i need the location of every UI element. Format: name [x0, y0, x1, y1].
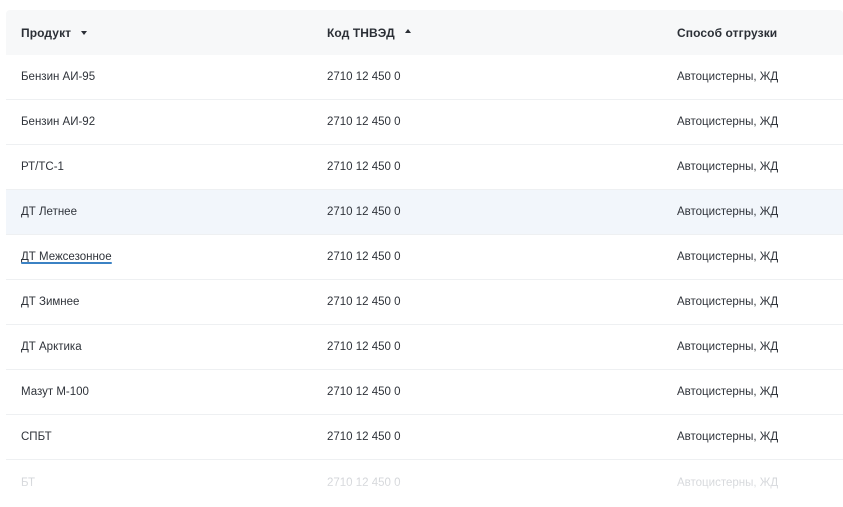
table-row[interactable]: СПБТ 2710 12 450 0 Автоцистерны, ЖД: [6, 415, 843, 460]
product-name: Бензин АИ-92: [21, 116, 96, 128]
cell-code: 2710 12 450 0: [327, 161, 401, 173]
cell-code: 2710 12 450 0: [327, 386, 401, 398]
product-name: СПБТ: [21, 431, 52, 443]
cell-shipping: Автоцистерны, ЖД: [677, 386, 779, 398]
cell-product: СПБТ: [6, 431, 312, 443]
cell-code: 2710 12 450 0: [327, 251, 401, 263]
cell-product: БТ: [6, 477, 312, 489]
column-header-shipping-label: Способ отгрузки: [677, 25, 778, 40]
products-table: Продукт Код ТНВЭД Способ отгрузки Бензин…: [6, 10, 843, 505]
cell-code: 2710 12 450 0: [327, 431, 401, 443]
table-row[interactable]: ДТ Арктика 2710 12 450 0 Автоцистерны, ЖД: [6, 325, 843, 370]
column-header-shipping[interactable]: Способ отгрузки: [662, 26, 843, 40]
cell-product: Бензин АИ-92: [6, 116, 312, 128]
table-body: Бензин АИ-95 2710 12 450 0 Автоцистерны, Ж…: [6, 55, 843, 505]
column-header-product-label: Продукт: [21, 25, 72, 40]
product-name[interactable]: ДТ Межсезонное: [21, 251, 112, 264]
product-name: ДТ Летнее: [21, 206, 77, 218]
cell-product: ДТ Арктика: [6, 341, 312, 353]
cell-shipping: Автоцистерны, ЖД: [677, 71, 779, 83]
table-header: Продукт Код ТНВЭД Способ отгрузки: [6, 10, 843, 55]
table-row[interactable]: БТ 2710 12 450 0 Автоцистерны, ЖД: [6, 460, 843, 505]
product-name: БТ: [21, 476, 36, 489]
cell-product: РТ/ТС-1: [6, 161, 312, 173]
product-name: Мазут М-100: [21, 386, 89, 398]
table-row[interactable]: ДТ Зимнее 2710 12 450 0 Автоцистерны, ЖД: [6, 280, 843, 325]
cell-code: 2710 12 450 0: [327, 71, 401, 83]
cell-product: ДТ Летнее: [6, 206, 312, 218]
table-row[interactable]: Бензин АИ-92 2710 12 450 0 Автоцистерны, Ж…: [6, 100, 843, 145]
table-row[interactable]: Мазут М-100 2710 12 450 0 Автоцистерны, ЖД: [6, 370, 843, 415]
cell-shipping: Автоцистерны, ЖД: [677, 431, 779, 443]
cell-product: Бензин АИ-95: [6, 71, 312, 83]
product-name: РТ/ТС-1: [21, 161, 64, 173]
product-name: ДТ Зимнее: [21, 296, 80, 308]
sort-descending-icon[interactable]: [81, 30, 88, 35]
cell-code: 2710 12 450 0: [327, 476, 401, 489]
table-row[interactable]: Бензин АИ-95 2710 12 450 0 Автоцистерны, Ж…: [6, 55, 843, 100]
cell-shipping: Автоцистерны, ЖД: [677, 116, 779, 128]
column-header-product[interactable]: Продукт: [6, 26, 312, 40]
product-name: Бензин АИ-95: [21, 71, 96, 83]
column-header-code[interactable]: Код ТНВЭД: [312, 26, 662, 40]
cell-shipping: Автоцистерны, ЖД: [677, 206, 779, 218]
cell-shipping: Автоцистерны, ЖД: [677, 296, 779, 308]
cell-shipping: Автоцистерны, ЖД: [677, 341, 779, 353]
sort-ascending-icon[interactable]: [404, 29, 411, 33]
column-header-code-label: Код ТНВЭД: [327, 25, 395, 40]
cell-code: 2710 12 450 0: [327, 206, 401, 218]
cell-code: 2710 12 450 0: [327, 116, 401, 128]
cell-shipping: Автоцистерны, ЖД: [677, 251, 779, 263]
cell-code: 2710 12 450 0: [327, 296, 401, 308]
table-row[interactable]: ДТ Летнее 2710 12 450 0 Автоцистерны, ЖД: [6, 190, 843, 235]
product-name: ДТ Арктика: [21, 341, 82, 353]
cell-product: ДТ Межсезонное: [6, 251, 312, 264]
cell-product: ДТ Зимнее: [6, 296, 312, 308]
cell-code: 2710 12 450 0: [327, 341, 401, 353]
cell-shipping: Автоцистерны, ЖД: [677, 161, 779, 173]
table-row[interactable]: ДТ Межсезонное 2710 12 450 0 Автоцистерны,…: [6, 235, 843, 280]
cell-product: Мазут М-100: [6, 386, 312, 398]
cell-shipping: Автоцистерны, ЖД: [677, 476, 779, 489]
table-row[interactable]: РТ/ТС-1 2710 12 450 0 Автоцистерны, ЖД: [6, 145, 843, 190]
